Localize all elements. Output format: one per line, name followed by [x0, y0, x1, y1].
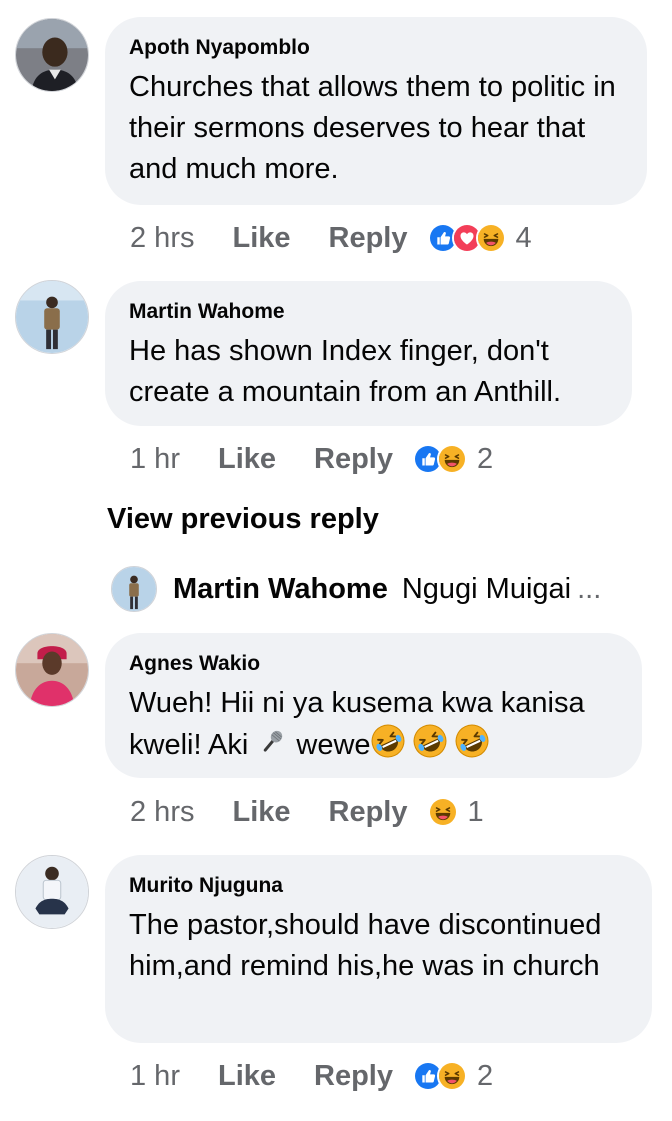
reaction-summary[interactable] — [413, 444, 467, 474]
comment-actions: 1 hr Like Reply 2 — [130, 439, 493, 479]
rofl-emoji — [413, 724, 447, 770]
comment-author[interactable]: Martin Wahome — [129, 299, 608, 325]
comment-actions: 1 hr Like Reply 2 — [130, 1056, 493, 1096]
comment-bubble: Murito Njuguna The pastor,should have di… — [105, 855, 652, 1043]
reaction-count[interactable]: 1 — [468, 796, 484, 829]
comment-bubble: Martin Wahome He has shown Index finger,… — [105, 281, 632, 426]
comment-text: Churches that allows them to politic in … — [129, 71, 616, 185]
comment-text: The pastor,should have discontinued him,… — [129, 909, 602, 982]
reply-button[interactable]: Reply — [329, 796, 408, 829]
avatar[interactable] — [15, 633, 89, 707]
reaction-count[interactable]: 4 — [516, 222, 532, 255]
reaction-count[interactable]: 2 — [477, 443, 493, 476]
reply-text: Ngugi Muigai — [401, 572, 572, 605]
haha-reaction-icon — [437, 444, 467, 474]
avatar[interactable] — [15, 280, 89, 354]
like-button[interactable]: Like — [232, 222, 290, 255]
reaction-summary[interactable] — [427, 223, 506, 253]
comment-text: He has shown Index finger, don't create … — [129, 335, 562, 408]
reaction-summary[interactable] — [427, 797, 458, 827]
rofl-emoji — [455, 724, 489, 770]
reply-button[interactable]: Reply — [314, 443, 393, 476]
comment-text: Wueh! Hii ni ya kusema kwa kanisa kweli!… — [129, 683, 618, 770]
reply-author[interactable]: Martin Wahome — [173, 573, 388, 606]
comment-actions: 2 hrs Like Reply 4 — [130, 218, 532, 258]
reply-button[interactable]: Reply — [329, 222, 408, 255]
comment-time[interactable]: 1 hr — [130, 443, 180, 476]
haha-reaction-icon — [475, 223, 506, 253]
reaction-summary[interactable] — [413, 1061, 467, 1091]
reaction-count[interactable]: 2 — [477, 1060, 493, 1093]
comment-bubble: Apoth Nyapomblo Churches that allows the… — [105, 17, 647, 205]
comment-author[interactable]: Murito Njuguna — [129, 873, 628, 899]
like-button[interactable]: Like — [218, 1060, 276, 1093]
reply-preview[interactable]: Martin Wahome Ngugi Muigai ... — [111, 565, 601, 613]
like-button[interactable]: Like — [218, 443, 276, 476]
avatar[interactable] — [15, 18, 89, 92]
comment-bubble: Agnes Wakio Wueh! Hii ni ya kusema kwa k… — [105, 633, 642, 778]
comment-time[interactable]: 1 hr — [130, 1060, 180, 1093]
comment-time[interactable]: 2 hrs — [130, 796, 194, 829]
comment-actions: 2 hrs Like Reply 1 — [130, 792, 484, 832]
microphone-emoji — [256, 726, 288, 770]
comment-text-part: wewe — [288, 729, 371, 761]
like-button[interactable]: Like — [232, 796, 290, 829]
haha-reaction-icon — [427, 797, 458, 827]
avatar[interactable] — [15, 855, 89, 929]
view-previous-reply-link[interactable]: View previous reply — [107, 503, 379, 536]
haha-reaction-icon — [437, 1061, 467, 1091]
comment-author[interactable]: Apoth Nyapomblo — [129, 35, 623, 61]
reply-ellipsis: ... — [577, 572, 602, 605]
avatar[interactable] — [111, 566, 157, 612]
comment-time[interactable]: 2 hrs — [130, 222, 194, 255]
reply-button[interactable]: Reply — [314, 1060, 393, 1093]
comment-author[interactable]: Agnes Wakio — [129, 651, 618, 677]
rofl-emoji — [371, 724, 405, 770]
